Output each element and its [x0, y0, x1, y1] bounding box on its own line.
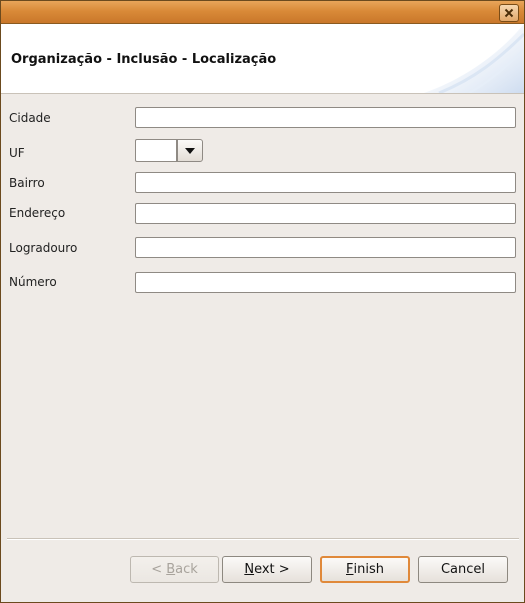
finish-button[interactable]: Finish: [320, 556, 410, 583]
title-bar[interactable]: [1, 1, 524, 24]
close-icon: [504, 8, 514, 18]
button-separator: [7, 538, 519, 540]
chevron-down-icon: [185, 147, 195, 154]
numero-input[interactable]: [135, 272, 516, 293]
uf-select[interactable]: [135, 139, 177, 162]
uf-label: UF: [9, 146, 25, 160]
bairro-input[interactable]: [135, 172, 516, 193]
next-mnemonic: N: [244, 562, 255, 577]
bairro-label: Bairro: [9, 176, 45, 190]
finish-rest: inish: [353, 562, 384, 577]
logradouro-input[interactable]: [135, 237, 516, 258]
cancel-label: Cancel: [440, 562, 486, 577]
back-mnemonic: B: [166, 562, 176, 577]
cancel-button[interactable]: Cancel: [418, 556, 508, 583]
next-button[interactable]: Next >: [222, 556, 312, 583]
finish-mnemonic: F: [346, 562, 354, 577]
cidade-input[interactable]: [135, 107, 516, 128]
endereco-input[interactable]: [135, 203, 516, 224]
numero-label: Número: [9, 275, 57, 289]
logradouro-label: Logradouro: [9, 241, 78, 255]
wizard-banner: Organização - Inclusão - Localização: [1, 24, 524, 94]
banner-decoration: [424, 24, 524, 93]
endereco-label: Endereço: [9, 206, 66, 220]
next-rest: ext >: [254, 562, 290, 577]
wizard-window: Organização - Inclusão - Localização Cid…: [0, 0, 525, 603]
uf-dropdown-button[interactable]: [177, 139, 203, 162]
page-title: Organização - Inclusão - Localização: [11, 52, 277, 67]
back-button[interactable]: < Back: [130, 556, 219, 583]
back-rest: ack: [175, 562, 198, 577]
back-prefix: <: [151, 562, 167, 577]
close-button[interactable]: [499, 4, 519, 22]
cidade-label: Cidade: [9, 111, 51, 125]
